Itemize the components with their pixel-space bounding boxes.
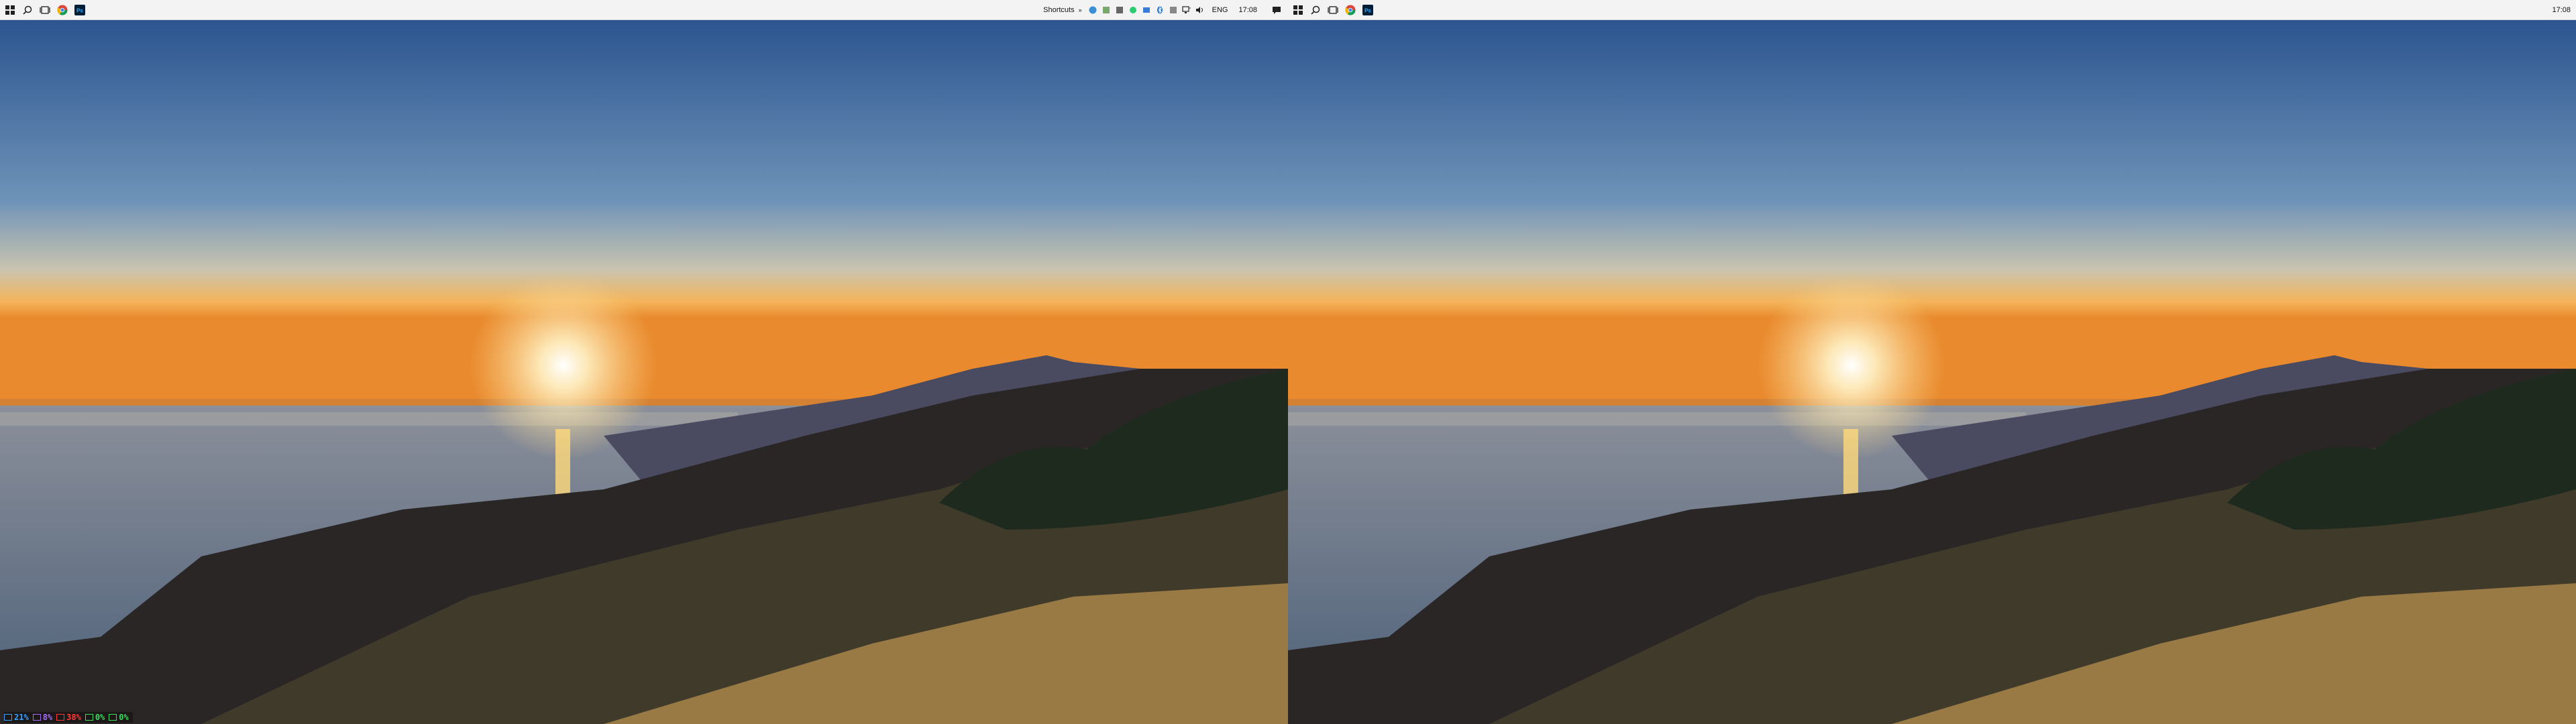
photoshop-icon[interactable]: Ps xyxy=(72,3,87,17)
tray-app-icon-5[interactable] xyxy=(1142,5,1151,15)
taskbar-left: Ps Shortcuts » ENG 17:08 xyxy=(0,0,1288,20)
cpu-icon xyxy=(4,714,12,721)
chrome-icon[interactable] xyxy=(55,3,70,17)
task-view-icon[interactable] xyxy=(1326,3,1340,17)
tray-app-icon-2[interactable] xyxy=(1102,5,1111,15)
desktop-wallpaper xyxy=(0,20,1288,724)
disk-usage-meter: 38% xyxy=(56,713,81,722)
memory-usage-value: 8% xyxy=(42,713,53,722)
bluetooth-icon[interactable] xyxy=(1155,5,1165,15)
network-meter-icon xyxy=(85,714,93,721)
taskbar-clock[interactable]: 17:08 xyxy=(1238,6,1257,14)
left-monitor: Ps Shortcuts » ENG 17:08 21% 8% 38% 0% 0… xyxy=(0,0,1288,724)
search-icon[interactable] xyxy=(20,3,35,17)
windows-start-icon[interactable] xyxy=(3,3,17,17)
search-icon[interactable] xyxy=(1308,3,1323,17)
taskbar-right: Ps 17:08 xyxy=(1288,0,2576,20)
windows-start-icon[interactable] xyxy=(1291,3,1305,17)
memory-icon xyxy=(32,714,41,721)
cpu-usage-meter: 21% xyxy=(4,713,29,722)
chrome-icon[interactable] xyxy=(1343,3,1358,17)
network-icon[interactable] xyxy=(1182,5,1191,15)
action-center-icon[interactable] xyxy=(1272,5,1281,15)
network-meter-icon-2 xyxy=(109,714,117,721)
landscape-wallpaper xyxy=(0,20,1288,724)
tray-app-icon-1[interactable] xyxy=(1088,5,1097,15)
shortcuts-toolbar-label[interactable]: Shortcuts xyxy=(1043,6,1074,14)
network-usage-value-2: 0% xyxy=(119,713,129,722)
cpu-usage-value: 21% xyxy=(14,713,29,722)
svg-text:Ps: Ps xyxy=(1364,7,1371,13)
svg-text:Ps: Ps xyxy=(76,7,83,13)
tray-app-icon-4[interactable] xyxy=(1128,5,1138,15)
volume-icon[interactable] xyxy=(1195,5,1205,15)
network-usage-value-1: 0% xyxy=(95,713,105,722)
landscape-wallpaper-right xyxy=(1288,20,2576,724)
desktop-wallpaper-right xyxy=(1288,20,2576,724)
photoshop-icon[interactable]: Ps xyxy=(1360,3,1375,17)
disk-usage-value: 38% xyxy=(66,713,81,722)
disk-icon xyxy=(56,714,65,721)
task-view-icon[interactable] xyxy=(38,3,52,17)
network-usage-meter-2: 0% xyxy=(109,713,129,722)
tray-app-icon-6[interactable] xyxy=(1169,5,1178,15)
right-monitor: Ps 17:08 xyxy=(1288,0,2576,724)
system-monitor-overlay: 21% 8% 38% 0% 0% xyxy=(4,712,133,723)
toolbar-chevron-icon[interactable]: » xyxy=(1079,7,1082,13)
input-language-indicator[interactable]: ENG xyxy=(1212,6,1228,14)
network-usage-meter-1: 0% xyxy=(85,713,105,722)
memory-usage-meter: 8% xyxy=(32,713,53,722)
taskbar-clock-right[interactable]: 17:08 xyxy=(2552,6,2571,14)
tray-app-icon-3[interactable] xyxy=(1115,5,1124,15)
